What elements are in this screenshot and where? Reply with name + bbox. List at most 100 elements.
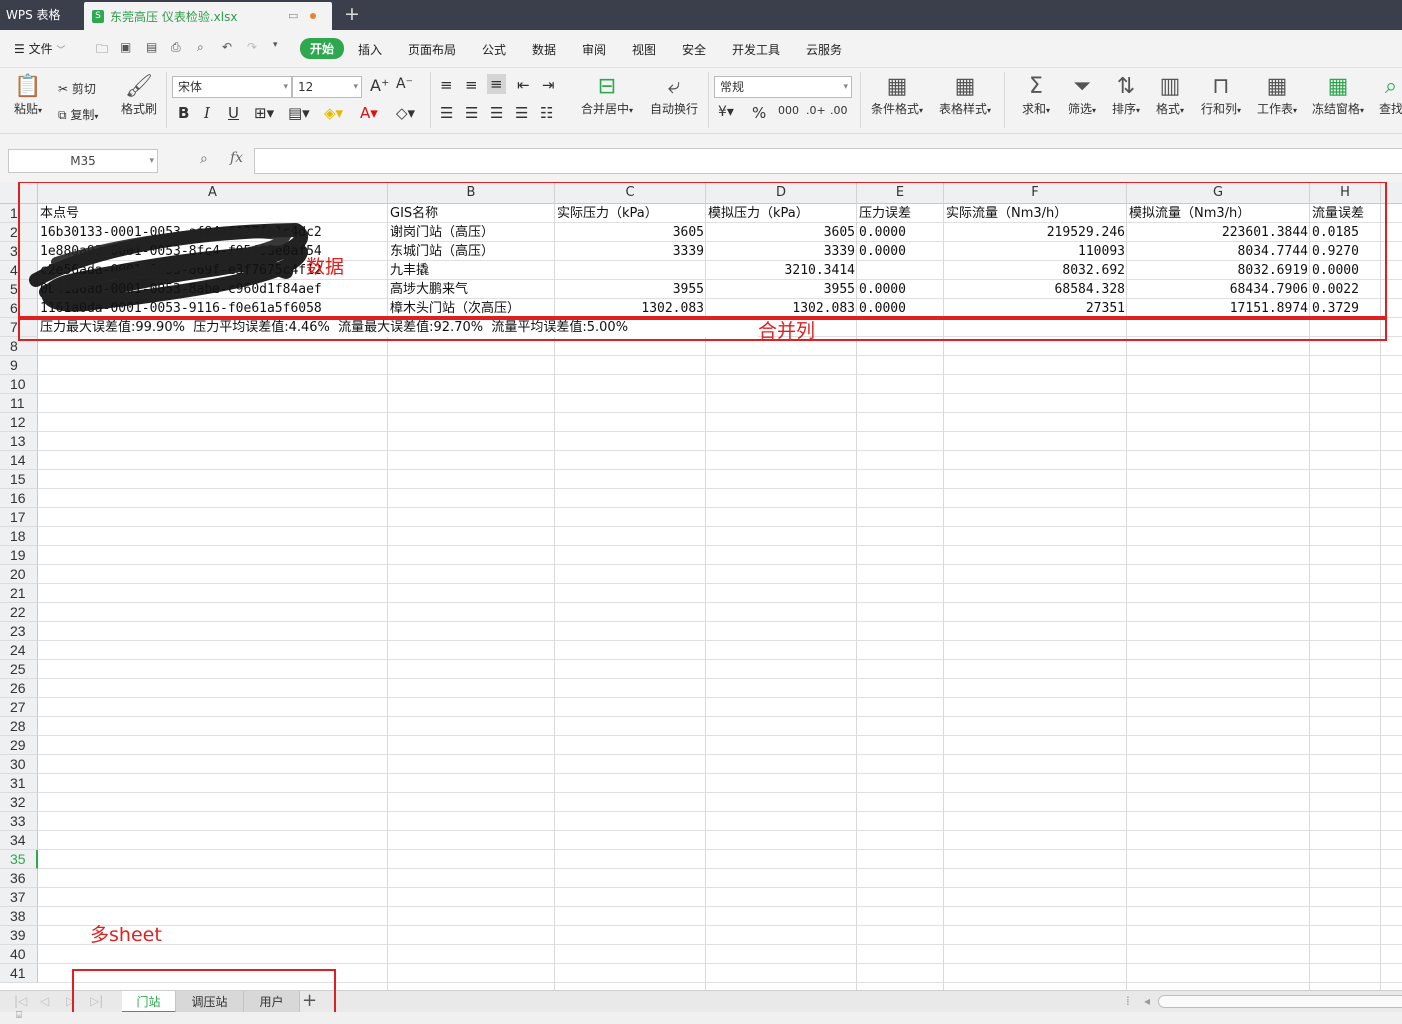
row-header[interactable]: 13 [0, 432, 38, 451]
print-icon[interactable]: ⎙ [171, 40, 181, 55]
wps-home-tab[interactable]: WPS 表格 [0, 0, 80, 30]
horizontal-scrollbar[interactable] [1158, 995, 1402, 1008]
decrease-font-icon[interactable]: A⁻ [396, 76, 413, 92]
bold-icon[interactable]: B [178, 104, 189, 122]
thousands-icon[interactable]: 000 [778, 104, 799, 117]
macro-record-icon[interactable]: ⌸ [16, 1010, 22, 1021]
increase-decimal-icon[interactable]: .0+ [806, 104, 826, 117]
sum-button[interactable]: Σ 求和▾ [1016, 74, 1056, 117]
menu-review[interactable]: 审阅 [582, 41, 606, 58]
cell-style-icon[interactable]: ▤▾ [288, 104, 310, 122]
zoom-search-icon[interactable]: ⌕ [200, 151, 208, 167]
filter-button[interactable]: ⏷ 筛选▾ [1062, 74, 1102, 117]
row-header[interactable]: 36 [0, 869, 38, 888]
row-header[interactable]: 18 [0, 527, 38, 546]
row-header[interactable]: 34 [0, 831, 38, 850]
menu-insert[interactable]: 插入 [358, 41, 382, 58]
customize-dropdown-icon[interactable]: ▾ [273, 40, 278, 50]
row-header[interactable]: 10 [0, 375, 38, 394]
row-header[interactable]: 32 [0, 793, 38, 812]
row-header[interactable]: 40 [0, 945, 38, 964]
name-box[interactable]: M35 ▾ [8, 149, 158, 173]
rows-cols-button[interactable]: ⊓ 行和列▾ [1196, 74, 1246, 117]
indent-increase-icon[interactable]: ⇥ [542, 76, 555, 94]
copy-button[interactable]: ⧉ 复制▾ [58, 106, 98, 123]
file-menu-button[interactable]: ☰ 文件 ﹀ [14, 40, 65, 57]
scroll-left-icon[interactable]: ◂ [1144, 994, 1150, 1008]
row-header[interactable]: 37 [0, 888, 38, 907]
decrease-decimal-icon[interactable]: .00 [830, 104, 848, 117]
align-right-icon[interactable]: ☰ [490, 104, 503, 122]
worksheet-button[interactable]: ▦ 工作表▾ [1252, 74, 1302, 117]
conditional-format-button[interactable]: ▦ 条件格式▾ [866, 74, 928, 117]
spreadsheet-grid[interactable]: ABCDEFGH 1 2 3 4 5 6 7 8 9 10 11 12 13 14 15 16 17 18 19 20… [0, 182, 1402, 990]
row-header[interactable]: 14 [0, 451, 38, 470]
percent-icon[interactable]: % [752, 104, 766, 122]
font-name-select[interactable]: 宋体 ▾ [172, 76, 292, 98]
merge-center-button[interactable]: ⊟ 合并居中▾ [574, 74, 640, 117]
justify-icon[interactable]: ☰ [515, 104, 528, 122]
align-bottom-icon[interactable]: ≡ [487, 74, 506, 94]
menu-data[interactable]: 数据 [532, 41, 556, 58]
row-header[interactable]: 16 [0, 489, 38, 508]
monitor-icon[interactable]: ▭ [288, 9, 298, 22]
menu-security[interactable]: 安全 [682, 41, 706, 58]
currency-icon[interactable]: ¥▾ [718, 104, 734, 120]
export-pdf-icon[interactable]: ▤ [146, 40, 157, 54]
split-handle-icon[interactable]: ⁞ [1126, 994, 1130, 1008]
row-header[interactable]: 25 [0, 660, 38, 679]
redo-icon[interactable]: ↷ [247, 40, 257, 54]
align-left-icon[interactable]: ☰ [440, 104, 453, 122]
row-header[interactable]: 35 [0, 850, 38, 869]
underline-icon[interactable]: U [228, 104, 239, 122]
row-header[interactable]: 31 [0, 774, 38, 793]
function-icon[interactable]: fx [230, 150, 243, 166]
row-header[interactable]: 9 [0, 356, 38, 375]
format-button[interactable]: ▥ 格式▾ [1150, 74, 1190, 117]
align-center-icon[interactable]: ☰ [465, 104, 478, 122]
freeze-panes-button[interactable]: ▦ 冻结窗格▾ [1308, 74, 1368, 117]
document-tab[interactable]: S 东莞高压 仪表检验.xlsx ▭ [84, 2, 332, 30]
wrap-text-button[interactable]: ⤶ 自动换行 [646, 74, 702, 117]
menu-developer[interactable]: 开发工具 [732, 41, 780, 58]
clear-icon[interactable]: ◇▾ [396, 104, 415, 122]
undo-icon[interactable]: ↶ [222, 40, 232, 54]
row-header[interactable]: 41 [0, 964, 38, 983]
align-middle-icon[interactable]: ≡ [465, 76, 478, 94]
plus-icon[interactable]: + [344, 3, 360, 25]
row-header[interactable]: 24 [0, 641, 38, 660]
row-header[interactable]: 28 [0, 717, 38, 736]
open-icon[interactable]: 🗀 [96, 40, 108, 61]
row-header[interactable]: 39 [0, 926, 38, 945]
menu-start[interactable]: 开始 [300, 38, 345, 59]
save-icon[interactable]: ▣ [120, 40, 131, 54]
formula-input[interactable] [254, 148, 1402, 174]
row-header[interactable]: 26 [0, 679, 38, 698]
row-header[interactable]: 19 [0, 546, 38, 565]
italic-icon[interactable]: I [204, 104, 210, 122]
menu-page-layout[interactable]: 页面布局 [408, 41, 456, 58]
row-header[interactable]: 12 [0, 413, 38, 432]
row-header[interactable]: 22 [0, 603, 38, 622]
fill-color-icon[interactable]: ◈▾ [324, 104, 343, 122]
row-header[interactable]: 11 [0, 394, 38, 413]
font-color-icon[interactable]: A▾ [360, 104, 378, 122]
paste-button[interactable]: 📋 粘贴▾ [10, 74, 46, 117]
row-header[interactable]: 33 [0, 812, 38, 831]
sort-button[interactable]: ⇅ 排序▾ [1106, 74, 1146, 117]
row-header[interactable]: 20 [0, 565, 38, 584]
row-header[interactable]: 17 [0, 508, 38, 527]
row-header[interactable]: 23 [0, 622, 38, 641]
row-header[interactable]: 15 [0, 470, 38, 489]
menu-view[interactable]: 视图 [632, 41, 656, 58]
find-button[interactable]: ⌕ 查找 [1376, 74, 1402, 117]
row-header[interactable]: 27 [0, 698, 38, 717]
menu-formula[interactable]: 公式 [482, 41, 506, 58]
align-top-icon[interactable]: ≡ [440, 76, 453, 94]
row-header[interactable]: 29 [0, 736, 38, 755]
table-style-button[interactable]: ▦ 表格样式▾ [934, 74, 996, 117]
first-sheet-icon[interactable]: |◁ [14, 994, 27, 1008]
indent-decrease-icon[interactable]: ⇤ [517, 76, 530, 94]
row-header[interactable]: 38 [0, 907, 38, 926]
font-size-select[interactable]: 12 ▾ [292, 76, 362, 98]
